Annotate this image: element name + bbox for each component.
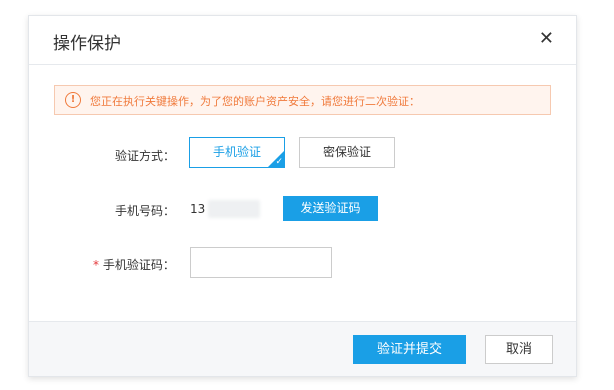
verify-submit-button[interactable]: 验证并提交 (353, 335, 466, 364)
verification-code-label: * 手机验证码： (93, 256, 175, 273)
close-icon[interactable]: ✕ (539, 28, 554, 49)
verify-method-label: 验证方式： (115, 149, 176, 163)
dialog-footer: 验证并提交 取消 (29, 321, 576, 376)
operation-protection-dialog: 操作保护 ✕ ! 您正在执行关键操作，为了您的账户资产安全，请您进行二次验证： … (28, 15, 577, 377)
cancel-button[interactable]: 取消 (485, 335, 553, 364)
dialog-title: 操作保护 (53, 34, 121, 54)
alert-text: 您正在执行关键操作，为了您的账户资产安全，请您进行二次验证： (90, 95, 420, 108)
dialog-header: 操作保护 ✕ (29, 16, 576, 65)
phone-verify-label: 手机验证 (212, 145, 261, 159)
phone-number-label: 手机号码： (115, 204, 176, 218)
phone-number-value: 13 (190, 202, 206, 216)
phone-verify-option[interactable]: 手机验证 ✓ (189, 137, 285, 168)
checkmark-icon: ✓ (275, 157, 283, 167)
security-question-verify-label: 密保验证 (322, 145, 371, 159)
warning-circle-icon: ! (65, 92, 81, 108)
security-question-verify-option[interactable]: 密保验证 (299, 137, 395, 168)
security-alert: ! 您正在执行关键操作，为了您的账户资产安全，请您进行二次验证： (54, 85, 551, 115)
send-code-button[interactable]: 发送验证码 (283, 196, 378, 221)
phone-number-masked (208, 200, 260, 218)
verification-code-input[interactable] (190, 247, 332, 278)
verification-code-label-text: 手机验证码： (102, 258, 175, 272)
required-mark: * (93, 258, 99, 272)
